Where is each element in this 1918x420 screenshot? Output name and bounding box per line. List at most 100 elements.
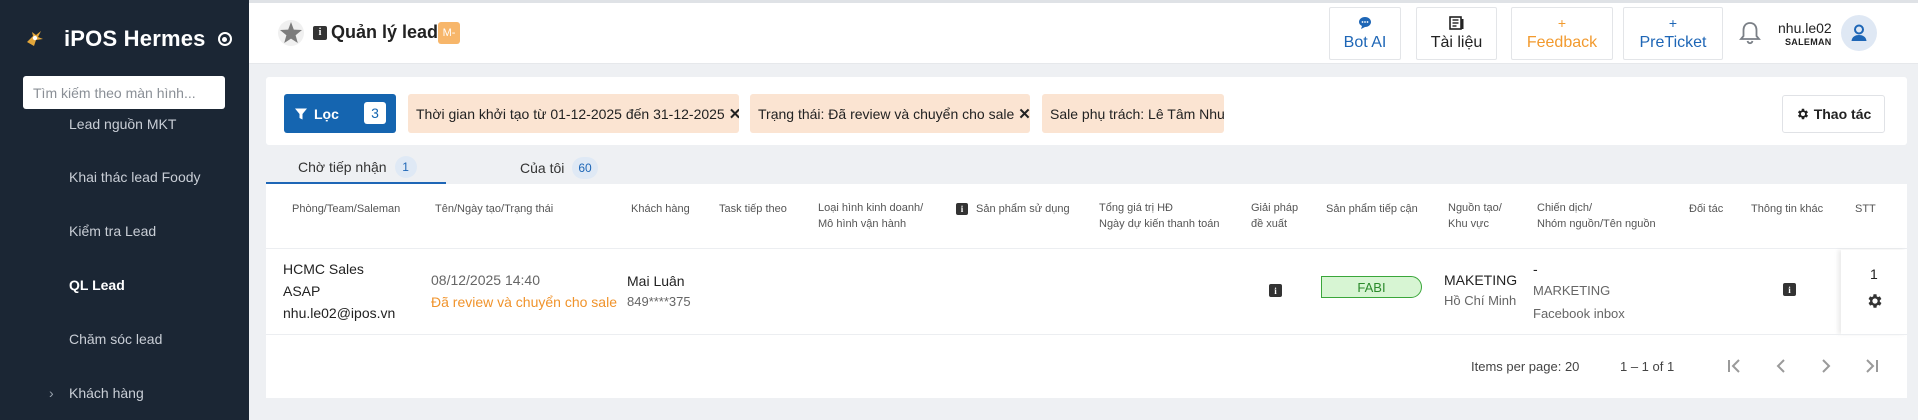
actions-button[interactable]: Thao tác bbox=[1782, 95, 1885, 133]
bot-ai-label: Bot AI bbox=[1343, 33, 1387, 51]
filter-count-badge: 3 bbox=[364, 102, 386, 124]
col-header-partner[interactable]: Đối tác bbox=[1689, 201, 1723, 217]
col-header-line: Ngày dự kiến thanh toán bbox=[1099, 218, 1220, 230]
info-icon[interactable]: i bbox=[956, 203, 968, 215]
avatar[interactable] bbox=[1841, 15, 1877, 51]
row-source: MAKETING bbox=[1444, 272, 1518, 288]
document-icon bbox=[1448, 15, 1465, 32]
funnel-icon bbox=[295, 108, 307, 119]
product-tag: FABI bbox=[1321, 276, 1422, 298]
col-header-product-used[interactable]: i Sản phẩm sử dụng bbox=[956, 201, 1070, 217]
row-source-group: MARKETING bbox=[1533, 283, 1611, 298]
col-header-line: Khu vực bbox=[1448, 218, 1489, 230]
tab-bar: Chờ tiếp nhận 1 Của tôi 60 bbox=[266, 152, 1907, 184]
col-header-line: Nhóm nguồn/Tên nguồn bbox=[1537, 218, 1656, 230]
col-header-business-type[interactable]: Loại hình kinh doanh/ Mô hình vận hành bbox=[818, 200, 923, 232]
filter-chip-label: Thời gian khởi tạo từ 01-12-2025 đến 31-… bbox=[416, 105, 725, 122]
filter-chip-label: Sale phụ trách: Lê Tâm Như bbox=[1050, 105, 1224, 122]
preticket-label: PreTicket bbox=[1639, 33, 1707, 51]
tab-cho-tiep-nhan[interactable]: Chờ tiếp nhận 1 bbox=[266, 152, 446, 184]
preticket-button[interactable]: + PreTicket bbox=[1623, 7, 1723, 60]
sidebar-menu: Lead nguồn MKT Khai thác lead Foody Kiểm… bbox=[0, 112, 249, 420]
col-header-line: Chiến dịch/ bbox=[1537, 202, 1593, 214]
filter-chip-date[interactable]: Thời gian khởi tạo từ 01-12-2025 đến 31-… bbox=[408, 94, 739, 133]
info-icon[interactable]: i bbox=[1269, 284, 1282, 297]
first-page-icon[interactable] bbox=[1724, 355, 1746, 377]
sidebar-item-lead-mkt[interactable]: Lead nguồn MKT bbox=[69, 116, 176, 132]
hermes-logo-icon bbox=[27, 31, 43, 46]
sidebar-item-cham-soc-lead[interactable]: Chăm sóc lead bbox=[69, 331, 162, 347]
star-icon bbox=[278, 20, 304, 46]
row-customer-name[interactable]: Mai Luân bbox=[627, 273, 685, 289]
items-per-page[interactable]: Items per page: 20 bbox=[1471, 359, 1579, 374]
page-title: i Quản lý lead bbox=[313, 22, 438, 43]
info-icon[interactable]: i bbox=[1783, 283, 1796, 296]
module-badge: M- bbox=[438, 22, 460, 44]
sidebar-item-label: Lead nguồn MKT bbox=[69, 116, 177, 132]
col-header-line: Tổng giá trị HĐ bbox=[1099, 202, 1173, 214]
tai-lieu-button[interactable]: Tài liệu bbox=[1416, 7, 1497, 60]
user-name[interactable]: nhu.le02 bbox=[1778, 20, 1832, 36]
row-status[interactable]: Đã review và chuyển cho sale bbox=[431, 294, 617, 310]
filter-chip-sale[interactable]: Sale phụ trách: Lê Tâm Như bbox=[1042, 94, 1224, 133]
row-team: HCMC Sales bbox=[283, 261, 364, 277]
col-header-next-task[interactable]: Task tiếp theo bbox=[719, 201, 787, 217]
sidebar-item-khach-hang[interactable]: › Khách hàng bbox=[49, 385, 144, 401]
actions-label: Thao tác bbox=[1813, 106, 1872, 122]
table-header-divider bbox=[266, 248, 1907, 249]
filter-chip-label: Trạng thái: Đã review và chuyển cho sale bbox=[758, 105, 1015, 122]
plus-icon: + bbox=[1557, 14, 1567, 31]
row-campaign: - bbox=[1533, 261, 1538, 277]
col-header-product-approach[interactable]: Sản phẩm tiếp cận bbox=[1326, 201, 1418, 217]
prev-page-icon[interactable] bbox=[1770, 355, 1792, 377]
sidebar-item-ql-lead[interactable]: QL Lead bbox=[69, 277, 125, 293]
close-icon[interactable]: ✕ bbox=[729, 105, 739, 123]
tab-label: Của tôi bbox=[520, 160, 565, 176]
chevron-right-icon: › bbox=[49, 385, 54, 401]
radio-indicator-icon[interactable] bbox=[217, 32, 232, 46]
row-created-date: 08/12/2025 14:40 bbox=[431, 272, 540, 288]
col-header-source[interactable]: Nguồn tạo/ Khu vực bbox=[1448, 200, 1502, 232]
plus-icon: + bbox=[1668, 14, 1678, 31]
sidebar-item-label: Chăm sóc lead bbox=[69, 331, 163, 347]
close-icon[interactable]: ✕ bbox=[1018, 105, 1030, 123]
tab-cua-toi[interactable]: Của tôi 60 bbox=[494, 152, 634, 184]
filter-button[interactable]: Lọc 3 bbox=[284, 94, 396, 133]
user-icon bbox=[1851, 24, 1867, 41]
col-header-stt[interactable]: STT bbox=[1855, 201, 1876, 217]
tai-lieu-label: Tài liệu bbox=[1430, 33, 1483, 51]
col-header-campaign[interactable]: Chiến dịch/ Nhóm nguồn/Tên nguồn bbox=[1537, 200, 1656, 232]
col-header-line: Giải pháp bbox=[1251, 202, 1299, 214]
row-source-name: Facebook inbox bbox=[1533, 306, 1625, 321]
last-page-icon[interactable] bbox=[1860, 355, 1882, 377]
col-header-line: Sản phẩm sử dụng bbox=[976, 203, 1070, 215]
gear-icon[interactable] bbox=[1866, 292, 1884, 310]
tab-count-badge: 60 bbox=[572, 157, 598, 179]
row-customer-phone: 849****375 bbox=[627, 294, 691, 309]
sidebar-item-kiem-tra-lead[interactable]: Kiểm tra Lead bbox=[69, 223, 156, 239]
sidebar-item-label: Khai thác lead Foody bbox=[69, 169, 201, 185]
sidebar-item-khai-thac-lead[interactable]: Khai thác lead Foody bbox=[69, 169, 201, 185]
col-header-solution[interactable]: Giải pháp đề xuất bbox=[1251, 200, 1298, 232]
col-header-line: Loại hình kinh doanh/ bbox=[818, 202, 924, 214]
feedback-button[interactable]: + Feedback bbox=[1511, 7, 1613, 60]
brand[interactable]: iPOS Hermes bbox=[24, 22, 232, 56]
col-header-customer[interactable]: Khách hàng bbox=[631, 201, 690, 217]
info-icon[interactable]: i bbox=[313, 25, 327, 40]
page-title-text: Quản lý lead bbox=[331, 22, 439, 42]
sidebar-search-input[interactable] bbox=[23, 76, 225, 109]
col-header-other-info[interactable]: Thông tin khác bbox=[1751, 201, 1823, 217]
filter-chip-status[interactable]: Trạng thái: Đã review và chuyển cho sale… bbox=[750, 94, 1030, 133]
bot-ai-button[interactable]: Bot AI bbox=[1329, 7, 1401, 60]
sidebar: iPOS Hermes Lead nguồn MKT Khai thác lea… bbox=[0, 0, 249, 420]
col-header-contract[interactable]: Tổng giá trị HĐ Ngày dự kiến thanh toán bbox=[1099, 200, 1220, 232]
feedback-label: Feedback bbox=[1526, 33, 1598, 51]
brand-name: iPOS Hermes bbox=[64, 26, 206, 51]
next-page-icon[interactable] bbox=[1815, 355, 1837, 377]
bell-icon[interactable] bbox=[1738, 20, 1762, 46]
col-header-team[interactable]: Phòng/Team/Saleman bbox=[292, 201, 400, 217]
col-header-name-date-status[interactable]: Tên/Ngày tạo/Trạng thái bbox=[435, 201, 553, 217]
sidebar-item-label: Kiểm tra Lead bbox=[69, 223, 157, 239]
gear-icon bbox=[1797, 108, 1808, 120]
user-role: SALEMAN bbox=[1785, 37, 1832, 47]
